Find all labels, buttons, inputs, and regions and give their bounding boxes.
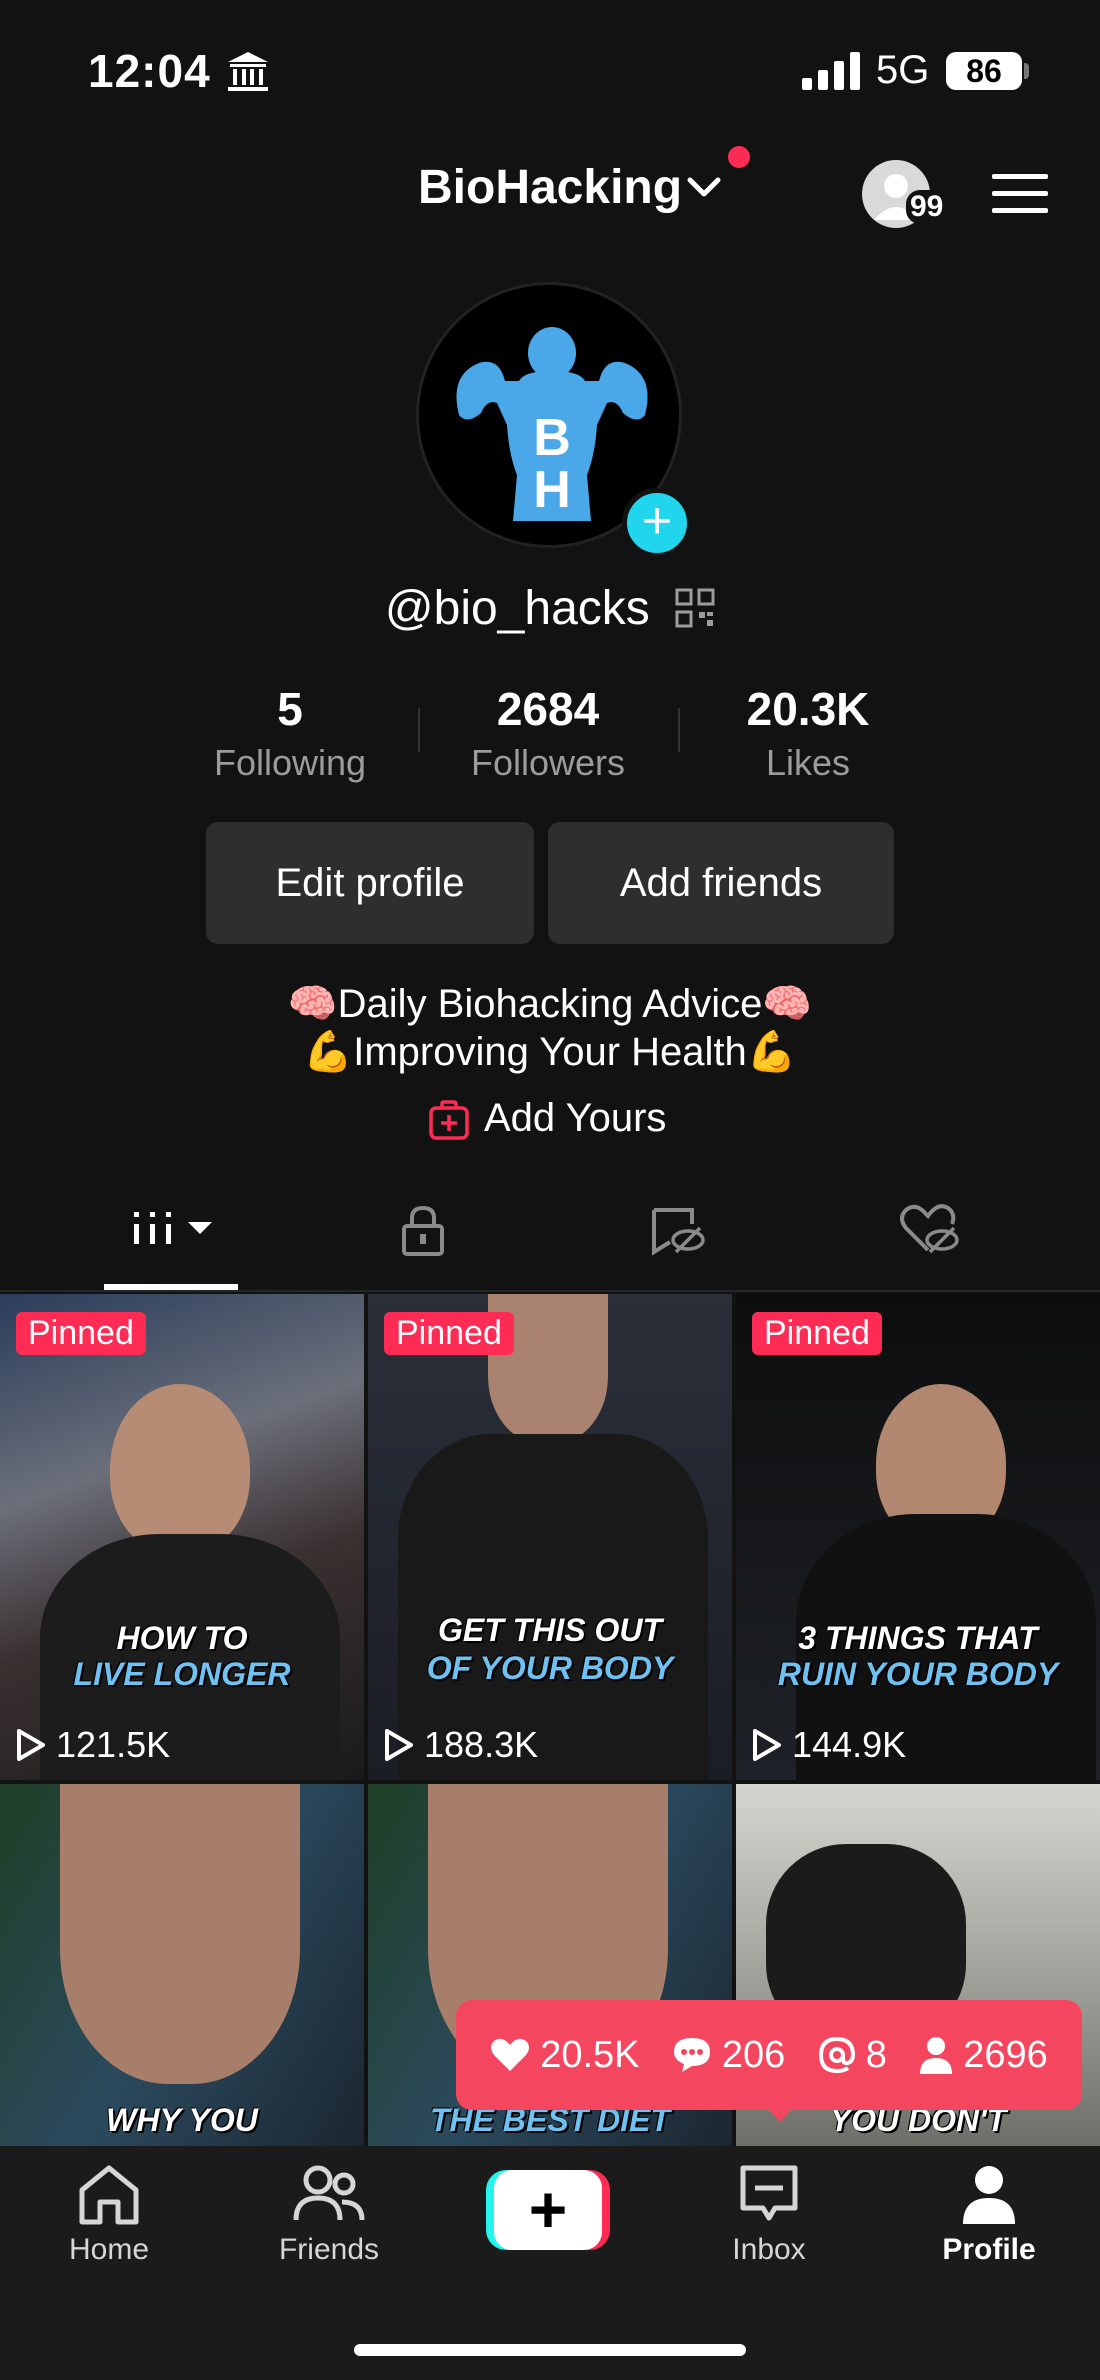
battery-icon: 86 [946, 52, 1022, 90]
heart-icon [491, 2038, 530, 2071]
video-tile[interactable]: Pinned HOW TO LIVE LONGER 121.5K [0, 1294, 364, 1780]
inbox-icon [740, 2165, 798, 2221]
view-count-text: 144.9K [792, 1724, 907, 1765]
stat-divider [678, 708, 680, 752]
popup-tail [764, 2104, 796, 2122]
following-count: 5 [277, 683, 303, 735]
view-count: 121.5K [16, 1724, 170, 1766]
battery-tip [1024, 63, 1029, 79]
tab-liked[interactable] [898, 1200, 968, 1290]
following-stat[interactable]: 5 Following [190, 682, 390, 784]
nav-inbox-label: Inbox [732, 2233, 806, 2266]
qr-code-icon[interactable] [675, 588, 715, 628]
account-switcher[interactable]: BioHacking [418, 160, 682, 215]
svg-text:B: B [533, 409, 571, 467]
play-icon [753, 1729, 781, 1761]
view-count: 144.9K [752, 1724, 906, 1766]
profile-icon [963, 2166, 1015, 2224]
view-count-text: 188.3K [424, 1724, 539, 1765]
video-caption: HOW TO [116, 1620, 248, 1656]
nav-friends-label: Friends [278, 2233, 380, 2266]
signal-icon [802, 52, 860, 90]
videos-grid-icon [134, 1212, 212, 1244]
handle-row: @bio_hacks [0, 578, 1100, 636]
pinned-badge: Pinned [16, 1312, 146, 1355]
status-bar: 12:04 5G 86 [0, 0, 1100, 140]
likes-label: Likes [765, 742, 851, 783]
video-tile[interactable]: Pinned 3 THINGS THAT RUIN YOUR BODY 144.… [736, 1294, 1100, 1780]
create-button[interactable]: + [486, 2170, 610, 2250]
video-caption: GET THIS OUT [438, 1612, 662, 1648]
nav-profile[interactable]: Profile [914, 2162, 1064, 2267]
friends-icon [293, 2165, 365, 2221]
video-caption: OF YOUR BODY [426, 1650, 674, 1686]
svg-text:H: H [533, 461, 571, 519]
nav-friends[interactable]: Friends [254, 2162, 404, 2267]
followers-stat[interactable]: 2684 Followers [448, 682, 648, 784]
video-stats-popup[interactable]: 20.5K 206 8 2696 [456, 2000, 1082, 2110]
popup-mentions-count: 8 [865, 2033, 887, 2076]
edit-profile-button[interactable]: Edit profile [206, 822, 534, 944]
stat-divider [418, 708, 420, 752]
followers-count: 2684 [496, 683, 600, 735]
bank-icon [228, 52, 268, 91]
play-icon [385, 1729, 413, 1761]
tab-saved[interactable] [648, 1200, 708, 1290]
status-time: 12:04 [88, 45, 211, 97]
chevron-down-icon[interactable] [686, 176, 722, 200]
thumbnail-face [110, 1384, 250, 1554]
nav-home-label: Home [68, 2233, 150, 2266]
network-type: 5G [876, 48, 930, 92]
add-friends-button[interactable]: Add friends [548, 822, 894, 944]
view-count-text: 121.5K [56, 1724, 171, 1765]
likes-count: 20.3K [746, 683, 870, 735]
video-caption: LIVE LONGER [73, 1656, 291, 1692]
add-yours-icon[interactable] [428, 1100, 470, 1140]
video-caption: 3 THINGS THAT [798, 1620, 1038, 1656]
notification-dot [728, 146, 750, 168]
tabs-divider [0, 1290, 1100, 1292]
popup-comments-count: 206 [721, 2033, 786, 2076]
pinned-badge: Pinned [384, 1312, 514, 1355]
username-handle: @bio_hacks [384, 581, 650, 635]
lock-icon [402, 1205, 444, 1256]
popup-followers-count: 2696 [963, 2033, 1048, 2076]
heart-hidden-icon [900, 1204, 959, 1254]
play-icon [17, 1729, 45, 1761]
thumbnail-face [60, 1784, 300, 2084]
following-label: Following [213, 742, 367, 783]
nav-inbox[interactable]: Inbox [694, 2162, 844, 2267]
bookmark-hidden-icon [652, 1208, 705, 1256]
bio-line-2: 💪Improving Your Health💪 [303, 1030, 797, 1074]
home-indicator[interactable] [354, 2344, 746, 2356]
video-tile[interactable]: Pinned GET THIS OUT OF YOUR BODY 188.3K [368, 1294, 732, 1780]
add-yours-link[interactable]: Add Yours [484, 1096, 666, 1141]
popup-likes-count: 20.5K [540, 2033, 640, 2076]
tab-videos[interactable] [130, 1200, 230, 1290]
bio-line-1: 🧠Daily Biohacking Advice🧠 [287, 982, 813, 1026]
video-caption: RUIN YOUR BODY [777, 1656, 1059, 1692]
popup-likes: 20.5K [490, 2033, 640, 2077]
mention-icon [818, 2036, 855, 2074]
home-icon [79, 2165, 139, 2225]
popup-comments: 206 [672, 2034, 785, 2077]
video-tile[interactable]: WHY YOU [0, 1784, 364, 2146]
view-count: 188.3K [384, 1724, 538, 1766]
likes-stat[interactable]: 20.3K Likes [708, 682, 908, 784]
nav-home[interactable]: Home [34, 2162, 184, 2267]
hamburger-menu-icon[interactable] [992, 172, 1048, 216]
person-icon [920, 2037, 953, 2074]
popup-followers: 2696 [919, 2034, 1048, 2077]
video-caption: WHY YOU [106, 2102, 258, 2138]
profile-views-count: 99 [906, 190, 948, 224]
plus-icon: + [494, 2170, 602, 2250]
comment-icon [673, 2038, 710, 2072]
pinned-badge: Pinned [752, 1312, 882, 1355]
nav-profile-label: Profile [942, 2233, 1036, 2266]
tab-private[interactable] [398, 1200, 458, 1290]
popup-mentions: 8 [818, 2034, 887, 2077]
add-avatar-button[interactable]: + [622, 488, 692, 558]
followers-label: Followers [470, 742, 626, 783]
